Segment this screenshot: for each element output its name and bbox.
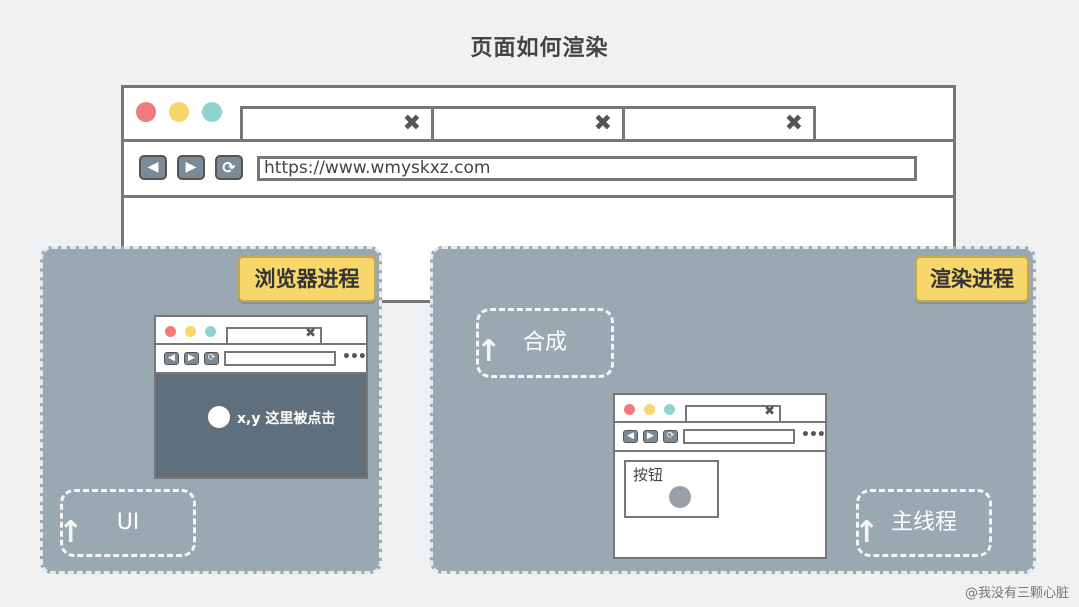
browser-tab-3[interactable]: ✖	[622, 106, 816, 142]
forward-icon: ▶	[184, 352, 199, 365]
click-point-icon	[669, 486, 691, 508]
watermark: @我没有三颗心脏	[964, 586, 1069, 601]
up-arrow-icon: ↑	[58, 515, 84, 550]
refresh-icon: ⟳	[663, 430, 678, 443]
minimize-light	[644, 404, 655, 415]
close-icon[interactable]: ✖	[785, 111, 803, 136]
refresh-icon[interactable]: ⟳	[215, 155, 243, 180]
mini-content[interactable]: x,y 这里被点击	[156, 374, 366, 477]
close-icon[interactable]: ✖	[403, 111, 421, 136]
maximize-light	[664, 404, 675, 415]
close-icon: ✖	[764, 404, 775, 419]
mini-divider	[615, 450, 825, 452]
forward-icon: ▶	[643, 430, 658, 443]
maximize-light[interactable]	[202, 102, 222, 122]
close-light	[624, 404, 635, 415]
toolbar-divider	[124, 195, 953, 198]
more-icon: •••	[801, 427, 826, 443]
renderer-mini-browser: ✖ ◀ ▶ ⟳ ••• 按钮	[613, 393, 827, 559]
up-arrow-icon: ↑	[854, 515, 880, 550]
back-icon: ◀	[623, 430, 638, 443]
button-label: 按钮	[633, 466, 664, 484]
mini-url-bar	[224, 351, 336, 366]
page-button-element[interactable]: 按钮	[624, 460, 719, 518]
back-icon: ◀	[164, 352, 179, 365]
up-arrow-icon: ↑	[476, 334, 502, 369]
back-icon[interactable]: ◀	[139, 155, 167, 180]
minimize-light[interactable]	[169, 102, 189, 122]
mini-browser-window: ✖ ◀ ▶ ⟳ ••• x,y 这里被点击	[154, 315, 368, 479]
click-text: x,y 这里被点击	[237, 411, 336, 427]
refresh-icon: ⟳	[204, 352, 219, 365]
mini-divider	[615, 421, 825, 423]
mini-divider	[156, 343, 366, 345]
forward-icon[interactable]: ▶	[177, 155, 205, 180]
browser-tab-1[interactable]: ✖	[240, 106, 434, 142]
renderer-process-tag: 渲染进程	[915, 256, 1029, 302]
browser-process-tag: 浏览器进程	[238, 256, 376, 302]
browser-tab-2[interactable]: ✖	[431, 106, 625, 142]
mini-url-bar	[683, 429, 795, 444]
page-title: 页面如何渲染	[470, 36, 609, 61]
close-icon[interactable]: ✖	[594, 111, 612, 136]
minimize-light	[185, 326, 196, 337]
close-light[interactable]	[136, 102, 156, 122]
tabbar-divider	[124, 139, 953, 142]
close-icon: ✖	[305, 326, 316, 341]
maximize-light	[205, 326, 216, 337]
close-light	[165, 326, 176, 337]
url-bar[interactable]: https://www.wmyskxz.com	[257, 156, 917, 181]
click-point-icon	[208, 406, 230, 428]
more-icon: •••	[342, 349, 367, 365]
